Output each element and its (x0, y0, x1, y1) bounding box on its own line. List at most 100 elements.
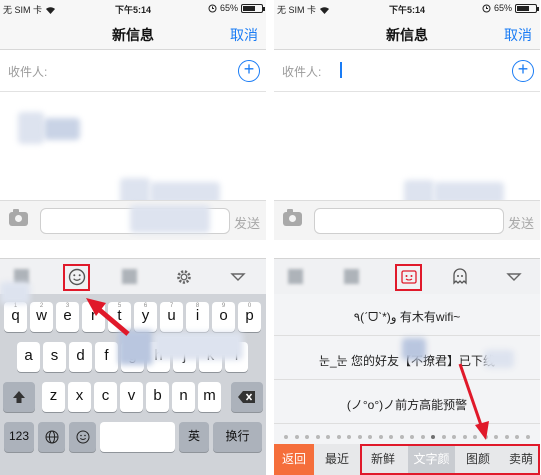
battery-icon (241, 3, 265, 13)
key-label: r (91, 307, 96, 324)
key-w[interactable]: 2w (30, 302, 53, 332)
blurred-content (130, 205, 210, 233)
smiley-icon (76, 430, 89, 444)
page-dot (483, 435, 488, 439)
blurred-content (344, 269, 359, 284)
send-button[interactable]: 发送 (234, 213, 260, 232)
space-key[interactable] (100, 422, 175, 452)
page-title: 新信息 (386, 27, 428, 43)
page-dot (452, 435, 456, 439)
battery-group: 65% (208, 3, 265, 13)
navigation-bar: 新信息 取消 (274, 16, 540, 50)
cancel-button[interactable]: 取消 (230, 25, 258, 45)
chevron-down-icon[interactable] (228, 267, 248, 287)
page-dot (473, 435, 477, 439)
panel-divider (266, 0, 274, 475)
key-e[interactable]: 3e (56, 302, 79, 332)
key-hint: 4 (91, 303, 96, 309)
ghost-icon[interactable] (450, 267, 470, 287)
gear-icon[interactable] (174, 267, 194, 287)
page-dot (399, 435, 404, 439)
text-caret (340, 62, 342, 78)
page-dot (305, 435, 309, 439)
emoticon-item[interactable]: (ノ°o°)ノ前方高能预警 (274, 386, 540, 424)
emoticon-panel: ٩(ˊᗜˋ*)و 有木有wifi~ 눈_눈 您的好友【不撩君】已下线 (ノ°o°… (274, 294, 540, 475)
emoji-icon[interactable] (67, 267, 87, 287)
key-o[interactable]: 9o (212, 302, 235, 332)
key-label: i (195, 307, 200, 324)
key-label: y (141, 307, 150, 324)
key-label: p (245, 307, 254, 324)
page-dot (441, 435, 446, 439)
camera-icon[interactable] (283, 209, 302, 226)
shift-icon (13, 391, 25, 403)
key-f[interactable]: f (95, 342, 118, 372)
battery-percent: 65% (219, 3, 238, 13)
page-dot (494, 435, 498, 439)
highlight-box (360, 444, 540, 475)
recipient-label: 收件人: (282, 65, 322, 79)
recipient-row[interactable]: 收件人: + (274, 50, 540, 92)
key-label: q (11, 307, 20, 324)
key-z[interactable]: z (42, 382, 65, 412)
phone-screen-right: 无 SIM 卡 下午5:14 65% 新信息 取消 收件人: + 发送 ٩(ˊᗜ… (274, 0, 540, 475)
recipient-label: 收件人: (8, 65, 48, 79)
battery-icon (515, 3, 539, 13)
return-key[interactable]: 换行 (213, 422, 262, 452)
key-s[interactable]: s (43, 342, 66, 372)
add-contact-button[interactable]: + (238, 60, 260, 82)
key-c[interactable]: c (94, 382, 117, 412)
emoji-key[interactable] (69, 422, 96, 452)
blurred-content (44, 118, 80, 140)
status-bar: 无 SIM 卡 下午5:14 65% (274, 0, 540, 16)
key-p[interactable]: 0p (238, 302, 261, 332)
tab-recent[interactable]: 最近 (317, 444, 357, 475)
language-key[interactable]: 英 (179, 422, 209, 452)
key-v[interactable]: v (120, 382, 143, 412)
battery-group: 65% (482, 3, 539, 13)
battery-percent: 65% (493, 3, 512, 13)
key-m[interactable]: m (198, 382, 221, 412)
chevron-down-icon[interactable] (504, 267, 524, 287)
key-hint: 0 (247, 303, 252, 309)
key-x[interactable]: x (68, 382, 91, 412)
message-input[interactable] (314, 208, 504, 234)
blurred-content (118, 330, 153, 365)
key-t[interactable]: 5t (108, 302, 131, 332)
delete-key[interactable] (231, 382, 263, 412)
key-i[interactable]: 8i (186, 302, 209, 332)
numbers-key[interactable]: 123 (4, 422, 34, 452)
camera-icon[interactable] (9, 209, 28, 226)
page-dot (410, 435, 414, 439)
key-hint: 7 (169, 303, 174, 309)
backspace-icon (238, 391, 255, 403)
key-label: u (167, 307, 176, 324)
key-y[interactable]: 6y (134, 302, 157, 332)
blurred-content (153, 332, 243, 360)
key-q[interactable]: 1q (4, 302, 27, 332)
page-title: 新信息 (112, 27, 154, 43)
blurred-content (288, 269, 303, 284)
send-button[interactable]: 发送 (508, 213, 534, 232)
globe-key[interactable] (38, 422, 65, 452)
page-dot (420, 435, 425, 439)
cancel-button[interactable]: 取消 (504, 25, 532, 45)
key-b[interactable]: b (146, 382, 169, 412)
alarm-icon (482, 4, 491, 12)
back-button[interactable]: 返回 (274, 444, 314, 475)
key-u[interactable]: 7u (160, 302, 183, 332)
recipient-row[interactable]: 收件人: + (0, 50, 266, 92)
key-r[interactable]: 4r (82, 302, 105, 332)
add-contact-button[interactable]: + (512, 60, 534, 82)
key-a[interactable]: a (17, 342, 40, 372)
shift-key[interactable] (3, 382, 35, 412)
page-dot (462, 435, 467, 439)
page-dot (515, 435, 519, 439)
emoticon-face-icon[interactable] (399, 267, 419, 287)
key-n[interactable]: n (172, 382, 195, 412)
key-d[interactable]: d (69, 342, 92, 372)
page-dot (431, 435, 435, 439)
emoticon-item[interactable]: ٩(ˊᗜˋ*)و 有木有wifi~ (274, 298, 540, 336)
blurred-content (0, 282, 30, 304)
blurred-content (484, 350, 514, 368)
